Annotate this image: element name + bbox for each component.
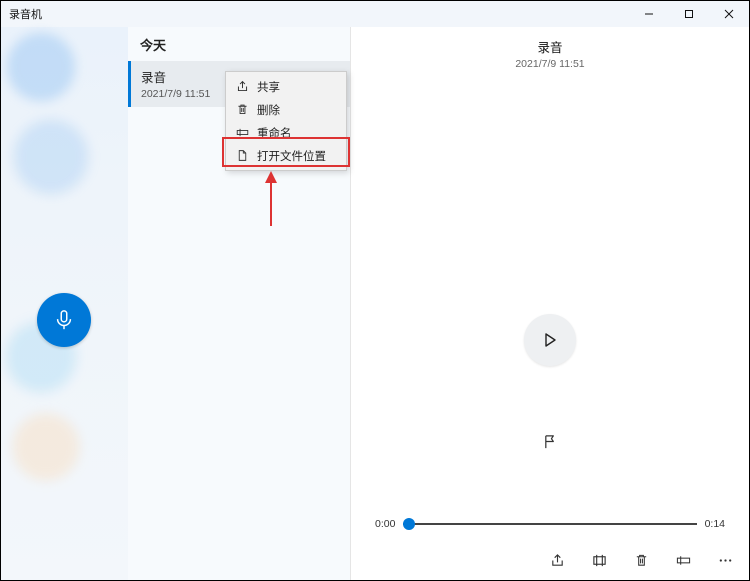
play-icon (542, 332, 558, 348)
context-open-location-label: 打开文件位置 (257, 148, 326, 164)
record-button[interactable] (37, 293, 91, 347)
context-share[interactable]: 共享 (226, 75, 346, 98)
more-icon (718, 553, 733, 568)
context-rename-label: 重命名 (257, 125, 292, 141)
more-button[interactable] (715, 550, 735, 570)
minimize-button[interactable] (629, 1, 669, 27)
trim-button[interactable] (589, 550, 609, 570)
flag-icon (543, 434, 558, 449)
rename-icon (676, 553, 691, 568)
seek-track[interactable] (403, 523, 696, 525)
player-header: 录音 2021/7/9 11:51 (351, 27, 749, 70)
record-panel (1, 27, 128, 580)
rename-button[interactable] (673, 550, 693, 570)
share-icon (550, 553, 565, 568)
file-icon (236, 149, 249, 162)
maximize-button[interactable] (669, 1, 709, 27)
trash-icon (634, 553, 649, 568)
window-controls (629, 1, 749, 27)
time-current: 0:00 (375, 518, 395, 530)
context-delete[interactable]: 删除 (226, 98, 346, 121)
main-area: 今天 录音 2021/7/9 11:51 4 录音 2021/7/9 11:51 (1, 27, 749, 580)
seek-thumb[interactable] (403, 518, 415, 530)
play-button[interactable] (524, 314, 576, 366)
close-button[interactable] (709, 1, 749, 27)
player-title: 录音 (351, 37, 749, 56)
share-button[interactable] (547, 550, 567, 570)
seek-bar: 0:00 0:14 (375, 518, 725, 530)
context-rename[interactable]: 重命名 (226, 121, 346, 144)
trash-icon (236, 103, 249, 116)
microphone-icon (53, 309, 75, 331)
player-actions (547, 550, 735, 570)
context-delete-label: 删除 (257, 102, 280, 118)
delete-button[interactable] (631, 550, 651, 570)
list-header-today: 今天 (128, 27, 350, 61)
player-body: 0:00 0:14 (351, 70, 749, 580)
time-total: 0:14 (705, 518, 725, 530)
player-panel: 录音 2021/7/9 11:51 0:00 0:14 (351, 27, 749, 580)
app-title: 录音机 (1, 6, 42, 22)
rename-icon (236, 126, 249, 139)
context-share-label: 共享 (257, 79, 280, 95)
marker-button[interactable] (535, 426, 565, 456)
share-icon (236, 80, 249, 93)
title-bar: 录音机 (1, 1, 749, 27)
context-open-location[interactable]: 打开文件位置 (226, 144, 346, 167)
player-datetime: 2021/7/9 11:51 (351, 58, 749, 70)
trim-icon (592, 553, 607, 568)
context-menu: 共享 删除 重命名 打开文件位置 (225, 71, 347, 171)
